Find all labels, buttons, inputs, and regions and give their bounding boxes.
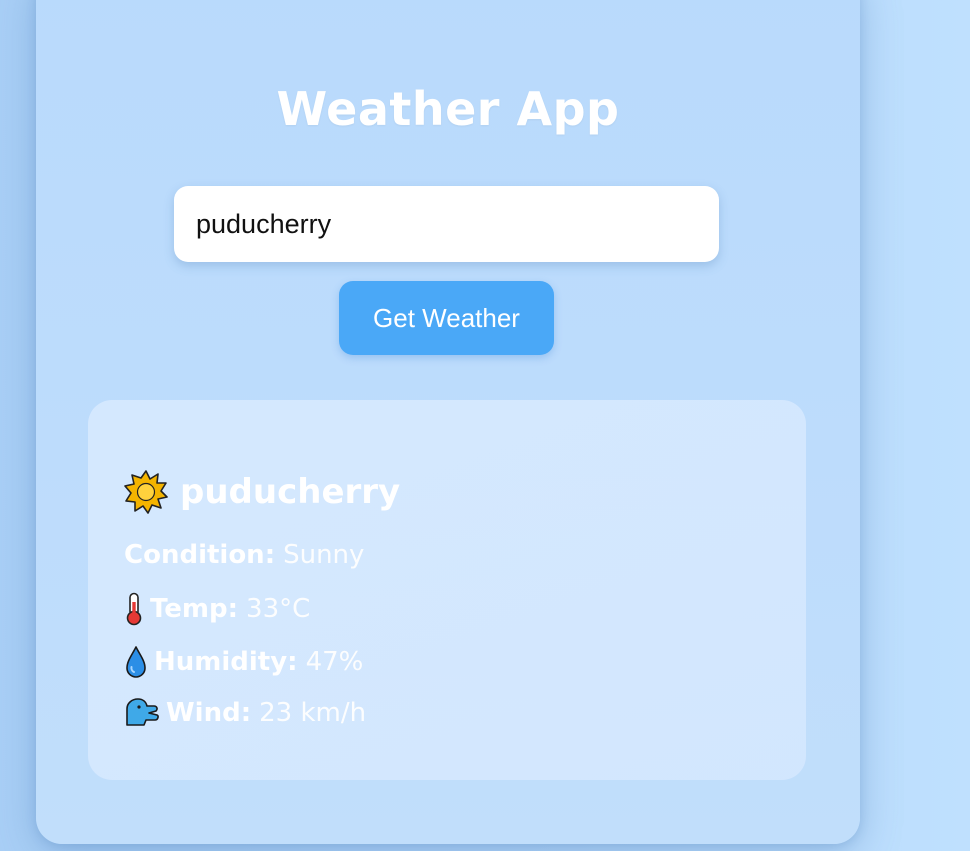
result-city-heading: puducherry <box>124 470 400 514</box>
wind-face-icon <box>124 697 160 729</box>
city-search-input[interactable] <box>174 186 719 262</box>
app-title: Weather App <box>276 82 620 136</box>
temp-label: Temp: <box>150 594 239 624</box>
temp-row: Temp: 33°C <box>124 592 310 626</box>
humidity-label: Humidity: <box>154 647 298 677</box>
condition-value: Sunny <box>283 540 365 570</box>
temp-value: 33°C <box>246 594 311 624</box>
get-weather-button[interactable]: Get Weather <box>339 281 554 355</box>
result-city-name: puducherry <box>180 472 401 512</box>
sun-icon <box>124 470 168 514</box>
condition-label: Condition: <box>124 540 276 570</box>
condition-row: Condition: Sunny <box>124 540 364 570</box>
wind-label: Wind: <box>166 698 252 728</box>
wind-row: Wind: 23 km/h <box>124 697 366 729</box>
humidity-row: Humidity: 47% <box>124 645 363 679</box>
humidity-value: 47% <box>305 647 364 677</box>
wind-value: 23 km/h <box>259 698 367 728</box>
droplet-icon <box>124 645 148 679</box>
thermometer-icon <box>124 592 144 626</box>
